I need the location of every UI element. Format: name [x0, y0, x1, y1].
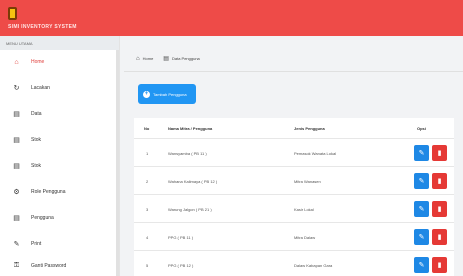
edit-button[interactable]: ✎: [414, 173, 429, 189]
row-type: Mitra Wanasen: [294, 179, 321, 184]
trash-icon: ▮: [437, 262, 442, 269]
sidebar-item-label: Data: [31, 111, 42, 117]
trash-icon: ▮: [437, 206, 442, 213]
gear-icon: ⚙: [13, 189, 20, 196]
file-icon: ▤: [13, 111, 20, 118]
trash-icon: ▮: [437, 234, 442, 241]
file-icon: ▤: [13, 163, 20, 170]
pencil-icon: ✎: [418, 178, 425, 185]
sidebar-header: MENU UTAMA: [0, 36, 119, 50]
breadcrumb-current-label: Data Pengguna: [171, 56, 200, 61]
sidebar-item-label: Print: [31, 241, 42, 247]
top-bar: SIMI INVENTORY SYSTEM: [0, 0, 463, 36]
sidebar-item-stok[interactable]: ▤ Stok: [0, 128, 119, 152]
add-user-button-label: Tambah Pengguna: [153, 91, 187, 97]
sidebar-item-label: Stok: [31, 163, 42, 169]
trash-icon: ▮: [437, 150, 442, 157]
table-row: 1 Wansyamba ( PB 11 ) Pemasok Wanata Lok…: [134, 138, 454, 166]
row-number: 2: [146, 179, 149, 184]
table-row: 4 PPG ( PB 11 ) Mitra Dalaw ✎ ▮: [134, 222, 454, 250]
row-name: PPG ( PB 11 ): [168, 235, 194, 240]
column-header-name: Nama Mitra / Pengguna: [168, 126, 213, 131]
sidebar-item-label: Ganti Password: [31, 263, 67, 269]
pencil-icon: ✎: [418, 262, 425, 269]
row-name: Warung Jalgon ( PB 21 ): [168, 207, 212, 212]
row-name: Wahana Kalimaya ( PB 12 ): [168, 179, 218, 184]
row-number: 5: [146, 263, 149, 268]
delete-button[interactable]: ▮: [432, 257, 447, 273]
table-row: 2 Wahana Kalimaya ( PB 12 ) Mitra Wanase…: [134, 166, 454, 194]
edit-button[interactable]: ✎: [414, 229, 429, 245]
delete-button[interactable]: ▮: [432, 173, 447, 189]
row-type: Mitra Dalaw: [294, 235, 316, 240]
delete-button[interactable]: ▮: [432, 229, 447, 245]
key-icon: ⚿: [13, 262, 20, 269]
file-icon: ▤: [13, 137, 20, 144]
pencil-icon: ✎: [13, 241, 20, 248]
edit-button[interactable]: ✎: [414, 145, 429, 161]
home-icon: ⌂: [136, 55, 140, 62]
breadcrumb: ⌂ Home ▤ Data Pengguna: [124, 46, 463, 72]
sidebar-item-data[interactable]: ▤ Data: [0, 102, 119, 126]
users-table: No Nama Mitra / Pengguna Jenis Pengguna …: [134, 118, 454, 276]
sidebar-scrollbar[interactable]: [116, 50, 119, 276]
sidebar-item-role-pengguna[interactable]: ⚙ Role Pengguna: [0, 180, 119, 204]
list-icon: ▤: [163, 56, 169, 62]
sidebar-item-stok-2[interactable]: ▤ Stok: [0, 154, 119, 178]
column-header-options: Opsi: [417, 126, 426, 131]
sidebar-item-print[interactable]: ✎ Print: [0, 232, 119, 256]
sidebar: MENU UTAMA ⌂ Home ↻ Lacakan ▤ Data ▤ Sto…: [0, 36, 120, 276]
breadcrumb-current: ▤ Data Pengguna: [163, 55, 199, 62]
edit-button[interactable]: ✎: [414, 257, 429, 273]
column-header-no: No: [144, 126, 150, 131]
sidebar-item-ganti-password[interactable]: ⚿ Ganti Password: [0, 254, 119, 276]
pencil-icon: ✎: [418, 234, 425, 241]
pencil-icon: ✎: [418, 206, 425, 213]
table-row: 3 Warung Jalgon ( PB 21 ) Kasir Lokal ✎ …: [134, 194, 454, 222]
refresh-icon: ↻: [13, 85, 20, 92]
app-logo: [8, 7, 17, 20]
plus-icon: +: [143, 90, 150, 98]
row-type: Dalaw Kabapan Gara: [294, 263, 333, 268]
breadcrumb-home-label: Home: [142, 56, 154, 61]
home-icon: ⌂: [14, 58, 19, 66]
sidebar-item-label: Role Pengguna: [31, 189, 66, 195]
column-header-type: Jenis Pengguna: [294, 126, 325, 131]
sidebar-item-label: Stok: [31, 137, 42, 143]
row-number: 4: [146, 235, 149, 240]
document-icon: ▤: [13, 215, 20, 222]
row-name: PPG ( PB 12 ): [168, 263, 194, 268]
row-type: Kasir Lokal: [294, 207, 314, 212]
pencil-icon: ✎: [418, 150, 425, 157]
main-content: ⌂ Home ▤ Data Pengguna + Tambah Pengguna…: [124, 36, 463, 276]
table-row: 5 PPG ( PB 12 ) Dalaw Kabapan Gara ✎ ▮: [134, 250, 454, 276]
sidebar-item-label: Pengguna: [31, 215, 54, 221]
app-title: SIMI INVENTORY SYSTEM: [8, 24, 77, 30]
sidebar-item-label: Home: [31, 59, 45, 65]
row-number: 3: [146, 207, 149, 212]
breadcrumb-home[interactable]: ⌂ Home: [136, 56, 153, 62]
row-name: Wansyamba ( PB 11 ): [168, 151, 207, 156]
app-window: SIMI INVENTORY SYSTEM MENU UTAMA ⌂ Home …: [0, 0, 463, 276]
add-user-button[interactable]: + Tambah Pengguna: [138, 84, 196, 104]
row-number: 1: [146, 151, 149, 156]
sidebar-item-lacakan[interactable]: ↻ Lacakan: [0, 76, 119, 100]
trash-icon: ▮: [437, 178, 442, 185]
sidebar-item-pengguna[interactable]: ▤ Pengguna: [0, 206, 119, 230]
delete-button[interactable]: ▮: [432, 145, 447, 161]
sidebar-item-home[interactable]: ⌂ Home: [0, 50, 119, 74]
sidebar-item-label: Lacakan: [31, 85, 50, 91]
delete-button[interactable]: ▮: [432, 201, 447, 217]
edit-button[interactable]: ✎: [414, 201, 429, 217]
row-type: Pemasok Wanata Lokal: [294, 151, 337, 156]
